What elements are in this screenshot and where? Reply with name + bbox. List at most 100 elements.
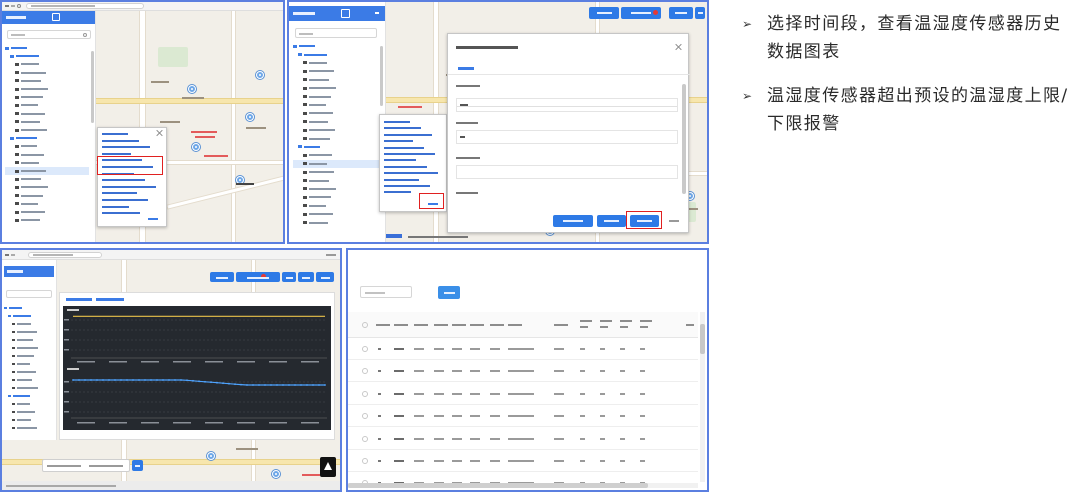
toolbar-button[interactable]	[695, 7, 705, 19]
row-checkbox[interactable]	[362, 346, 368, 352]
tree-item[interactable]	[293, 118, 379, 126]
column-header[interactable]	[580, 320, 592, 322]
device-search-input[interactable]	[295, 28, 377, 38]
tree-item[interactable]	[5, 77, 89, 85]
column-header[interactable]	[452, 324, 466, 326]
column-header[interactable]	[600, 320, 612, 322]
tree-scrollbar[interactable]	[91, 51, 94, 123]
column-header[interactable]	[508, 324, 522, 326]
date-range-picker[interactable]	[42, 459, 130, 472]
tree-item[interactable]	[293, 126, 379, 134]
browser-menu-icon[interactable]	[326, 254, 336, 256]
tree-item[interactable]	[5, 183, 89, 191]
tree-item[interactable]	[4, 392, 54, 400]
tree-item[interactable]	[5, 208, 89, 216]
tree-item[interactable]	[4, 336, 54, 344]
tab-temperature[interactable]	[66, 298, 92, 301]
tree-item[interactable]	[4, 376, 54, 384]
tree-item[interactable]	[5, 134, 89, 142]
tree-item[interactable]	[293, 59, 379, 67]
table-horizontal-scrollbar[interactable]	[348, 483, 698, 488]
tree-item[interactable]	[4, 312, 54, 320]
tree-item[interactable]	[293, 42, 379, 50]
query-button[interactable]	[132, 460, 143, 471]
column-header[interactable]	[640, 320, 652, 322]
dialog-scrollbar[interactable]	[682, 84, 686, 194]
dialog-tab[interactable]	[458, 67, 474, 70]
tree-item[interactable]	[293, 109, 379, 117]
tree-item[interactable]	[5, 126, 89, 134]
threshold-input[interactable]	[456, 98, 678, 112]
tree-item[interactable]	[5, 167, 89, 176]
row-checkbox[interactable]	[362, 368, 368, 375]
row-checkbox[interactable]	[362, 390, 368, 397]
tree-item[interactable]	[4, 400, 54, 408]
tree-item[interactable]	[5, 151, 89, 159]
tree-item[interactable]	[293, 101, 379, 109]
column-header[interactable]	[434, 324, 448, 326]
column-header[interactable]	[470, 324, 484, 326]
tree-item[interactable]	[5, 52, 89, 60]
back-icon[interactable]	[5, 254, 9, 256]
tree-item[interactable]	[5, 192, 89, 200]
tree-item[interactable]	[4, 408, 54, 416]
tree-item[interactable]	[5, 110, 89, 118]
table-row[interactable]	[348, 428, 698, 450]
close-icon[interactable]	[676, 44, 682, 50]
select-all-checkbox[interactable]	[362, 322, 368, 328]
tree-item[interactable]	[4, 344, 54, 352]
map-pin-icon[interactable]	[188, 85, 196, 93]
tree-item[interactable]	[4, 424, 54, 432]
export-icon[interactable]	[320, 457, 336, 477]
tree-item[interactable]	[5, 200, 89, 208]
expand-icon[interactable]	[341, 9, 350, 18]
tree-item[interactable]	[293, 168, 379, 176]
search-icon[interactable]	[83, 33, 87, 37]
map-pin-icon[interactable]	[192, 143, 200, 151]
table-row[interactable]	[348, 338, 698, 360]
search-button[interactable]	[438, 286, 460, 299]
toolbar-button[interactable]	[298, 272, 314, 282]
table-vertical-scrollbar[interactable]	[700, 312, 705, 482]
tree-item[interactable]	[5, 175, 89, 183]
forward-icon[interactable]	[11, 5, 15, 7]
scrollbar-thumb[interactable]	[348, 483, 648, 488]
tree-item[interactable]	[4, 384, 54, 392]
tree-item[interactable]	[293, 92, 379, 100]
tree-item[interactable]	[293, 193, 379, 201]
tab-humidity[interactable]	[96, 298, 124, 301]
issue-temperature-button[interactable]	[597, 215, 626, 227]
tree-item[interactable]	[5, 159, 89, 167]
tree-item[interactable]	[293, 151, 379, 159]
toolbar-button[interactable]	[210, 272, 234, 282]
tree-item[interactable]	[293, 67, 379, 75]
column-header[interactable]	[394, 324, 408, 326]
toolbar-button[interactable]	[282, 272, 296, 282]
tree-item[interactable]	[5, 101, 89, 109]
close-icon[interactable]	[157, 130, 163, 136]
tree-item[interactable]	[4, 416, 54, 424]
tree-item[interactable]	[293, 143, 379, 151]
tree-item[interactable]	[293, 210, 379, 218]
settings-link[interactable]	[148, 218, 158, 220]
device-search-input[interactable]	[7, 30, 91, 39]
column-header[interactable]	[414, 324, 428, 326]
table-row[interactable]	[348, 405, 698, 428]
tree-item[interactable]	[4, 328, 54, 336]
table-row[interactable]	[348, 383, 698, 405]
tree-item[interactable]	[293, 50, 379, 58]
row-checkbox[interactable]	[362, 458, 368, 464]
map-pin-icon[interactable]	[246, 113, 254, 121]
row-checkbox[interactable]	[362, 413, 368, 420]
cancel-button[interactable]	[669, 220, 679, 222]
row-checkbox[interactable]	[362, 435, 368, 442]
map-pin-icon[interactable]	[256, 71, 264, 79]
tree-scrollbar[interactable]	[380, 46, 383, 106]
address-bar[interactable]	[28, 252, 102, 258]
tree-item[interactable]	[4, 352, 54, 360]
column-header[interactable]	[620, 320, 632, 322]
toolbar-button[interactable]	[669, 7, 693, 19]
column-header[interactable]	[490, 324, 504, 326]
back-icon[interactable]	[5, 5, 9, 7]
tree-item[interactable]	[4, 304, 54, 312]
